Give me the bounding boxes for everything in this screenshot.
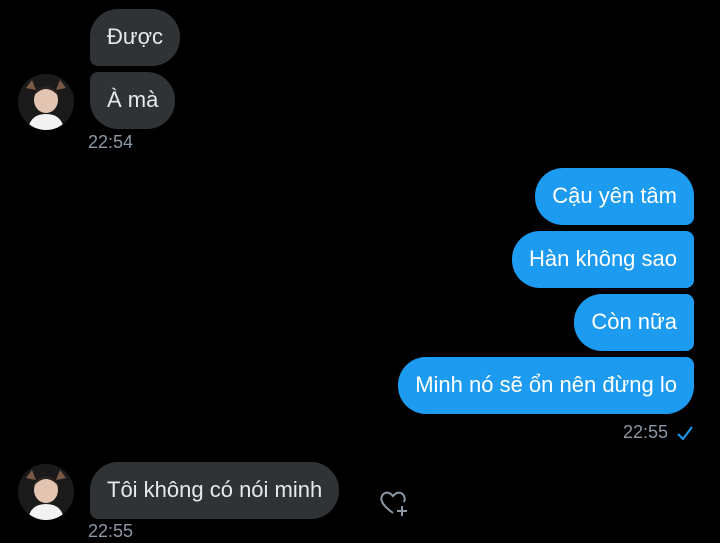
avatar[interactable] (18, 74, 74, 130)
timestamp: 22:55 (622, 422, 668, 442)
incoming-message[interactable]: À mà (90, 72, 176, 129)
checkmark-icon (677, 426, 693, 441)
outgoing-message[interactable]: Cậu yên tâm (535, 168, 694, 225)
outgoing-message[interactable]: Hàn không sao (512, 231, 694, 288)
timestamp: 22:55 (88, 521, 134, 541)
outgoing-message[interactable]: Minh nó sẽ ổn nên đừng lo (398, 357, 694, 414)
outgoing-message[interactable]: Còn nữa (574, 294, 694, 351)
timestamp: 22:54 (88, 132, 134, 152)
incoming-message[interactable]: Được (90, 9, 181, 66)
avatar[interactable] (18, 464, 74, 520)
incoming-message[interactable]: Tôi không có nói minh (90, 462, 340, 519)
heart-plus-icon[interactable] (378, 488, 410, 518)
